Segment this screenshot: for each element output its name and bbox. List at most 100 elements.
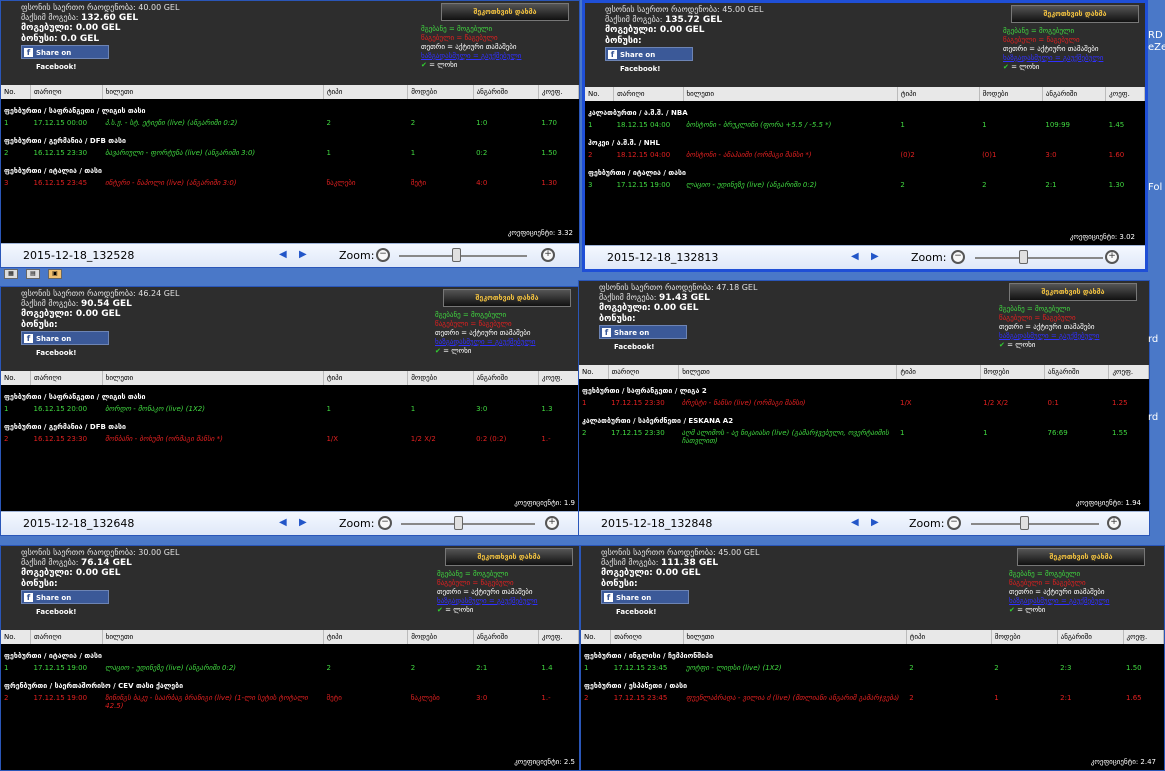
ticket-summary: ფსონის საერთო რაოდენობა: 45.00 GEL მაქსი… [601, 548, 759, 589]
bet-result: 2:1 [1060, 694, 1072, 702]
share-facebook-label: Share on Facebook! [36, 594, 77, 616]
bets-table: No. თარიღი ხილეთი ტიპი მოდები ანგარიში კ… [1, 630, 579, 712]
col-date: თარიღი [30, 371, 103, 385]
bet-result: 3:0 [476, 405, 488, 413]
bonus: ბონუსი: [605, 36, 763, 47]
thumbnails-icon[interactable]: ▦ [4, 269, 18, 279]
category-row: ფეხბურთი / ესპანეთი / თასი [581, 674, 1164, 692]
file-name: 2015-12-18_132813 [607, 251, 719, 264]
legend-check-label: = ლოხი [426, 61, 458, 69]
bet-choice: 2 [410, 119, 416, 127]
share-facebook-button[interactable]: f Share on Facebook! [605, 47, 693, 73]
prev-image-icon[interactable]: ◀ [279, 517, 287, 528]
zoom-out-icon[interactable]: − [378, 516, 392, 530]
legend-check: ✔ = ლოხი [435, 347, 535, 356]
category-row: ფეხბურთი / იტალია / თასი [585, 161, 1145, 179]
share-facebook-button[interactable]: f Share on Facebook! [599, 325, 687, 351]
next-image-icon[interactable]: ▶ [871, 251, 879, 262]
max-win: მაქსიმ მოგება: 132.60 GEL [21, 13, 179, 24]
status-legend: მგებანე = მოგებული წაგებული = წაგებული თ… [1009, 570, 1109, 615]
total-coefficient: კოეფიციენტი: 2.5 [514, 758, 575, 766]
next-image-icon[interactable]: ▶ [299, 517, 307, 528]
legend-lost: წაგებული = წაგებული [437, 579, 514, 587]
zoom-slider-track[interactable] [399, 255, 527, 257]
check-ticket-button[interactable]: შეკოთხვის დახმა [441, 3, 569, 21]
share-facebook-button[interactable]: f Share on Facebook! [601, 590, 689, 616]
col-choice: მოდები [407, 630, 474, 644]
facebook-icon: f [24, 48, 33, 57]
zoom-slider-track[interactable] [401, 523, 535, 525]
max-win: მაქსიმ მოგება: 135.72 GEL [605, 15, 763, 26]
bet-row: 2 17.12.15 23:30 აღმ ალიმოს - აე ნიკაიას… [579, 427, 1149, 447]
bet-event-text: ლაციო - უდინეზე (live) (ანგარიში 0:2) [686, 181, 817, 189]
legend-check-label: = ლოხი [442, 606, 474, 614]
check-ticket-button[interactable]: შეკოთხვის დახმა [445, 548, 573, 566]
next-image-icon[interactable]: ▶ [871, 517, 879, 528]
next-image-icon[interactable]: ▶ [299, 249, 307, 260]
bonus: ბონუსი: [21, 579, 179, 590]
zoom-slider-thumb[interactable] [1019, 250, 1028, 264]
bet-no: 1 [4, 664, 9, 672]
col-choice: მოდები [407, 85, 474, 99]
facebook-icon: f [602, 328, 611, 337]
col-choice: მოდები [991, 630, 1058, 644]
bet-event: ბოსტონი - ანაჰაიმი (ორმაგი შანსი *) [683, 149, 897, 161]
col-no: No. [1, 630, 31, 644]
share-facebook-button[interactable]: f Share on Facebook! [21, 45, 109, 71]
bet-event: შონბაჩი - ბოხუმი (ორმაგი შანსი *) [102, 433, 323, 445]
bet-result: 76:69 [1047, 429, 1068, 437]
image-icon[interactable]: ▣ [48, 269, 62, 279]
bet-ticket: ფსონის საერთო რაოდენობა: 45.00 GEL მაქსი… [581, 546, 1164, 770]
bet-type: მეტი [326, 694, 342, 702]
check-ticket-button[interactable]: შეკოთხვის დახმა [1011, 5, 1139, 23]
legend-lost: წაგებული = წაგებული [1003, 36, 1080, 44]
category-label: ფეხბურთი / გერმანია / DFB თასი [4, 137, 126, 145]
bet-result: 3:0 [476, 694, 488, 702]
check-ticket-button[interactable]: შეკოთხვის დახმა [443, 289, 571, 307]
prev-image-icon[interactable]: ◀ [279, 249, 287, 260]
share-facebook-label: Share on Facebook! [36, 49, 77, 71]
bet-date: 16.12.15 23:30 [33, 435, 88, 443]
bet-row: 2 16.12.15 23:30 შონბაჩი - ბოხუმი (ორმაგ… [1, 433, 579, 445]
bet-row: 3 16.12.15 23:45 ინტერი - ნაპოლი (live) … [1, 177, 579, 189]
category-row: ფრენბურთი / საერთაშორისო / CEV თასი ქალე… [1, 674, 579, 692]
zoom-in-icon[interactable]: + [1107, 516, 1121, 530]
zoom-slider-track[interactable] [971, 523, 1099, 525]
col-coef: კოეფ. [538, 85, 579, 99]
bet-event: აღმ ალიმოს - აე ნიკაიასი (live) (გამარჯვ… [679, 427, 897, 447]
category-row: ფეხბურთი / იტალია / თასი [1, 159, 579, 177]
zoom-in-icon[interactable]: + [545, 516, 559, 530]
legend-check: ✔ = ლოხი [1003, 63, 1103, 72]
col-event: ხილეთი [102, 371, 324, 385]
bet-no: 2 [4, 694, 9, 702]
zoom-slider-track[interactable] [975, 257, 1103, 259]
legend-won: მგებანე = მოგებული [437, 570, 509, 578]
category-label: ფრენბურთი / საერთაშორისო / CEV თასი ქალე… [4, 682, 184, 690]
check-ticket-button[interactable]: შეკოთხვის დახმა [1009, 283, 1137, 301]
bonus-value: ბონუსი: [21, 319, 58, 330]
bet-row: 1 17.12.15 00:00 პ.ს.ჟ. - სტ. ეტიენი (li… [1, 117, 579, 129]
share-facebook-button[interactable]: f Share on Facebook! [21, 331, 109, 357]
prev-image-icon[interactable]: ◀ [851, 251, 859, 262]
zoom-in-icon[interactable]: + [1105, 250, 1119, 264]
bet-no: 1 [4, 405, 9, 413]
zoom-out-icon[interactable]: − [947, 516, 961, 530]
total-coefficient-label: კოეფიციენტი: [514, 758, 564, 766]
zoom-slider-thumb[interactable] [1020, 516, 1029, 530]
total-coefficient-value: 3.32 [557, 229, 573, 237]
zoom-slider-thumb[interactable] [454, 516, 463, 530]
bet-result: 0:1 [1047, 399, 1059, 407]
bet-no: 1 [582, 399, 587, 407]
grid-icon[interactable]: ▤ [26, 269, 40, 279]
bet-event-text: ბავარიული - ფორტუნა (live) (ანგარიში 3:0… [105, 149, 256, 157]
share-facebook-button[interactable]: f Share on Facebook! [21, 590, 109, 616]
bet-type: 1 [326, 149, 331, 157]
prev-image-icon[interactable]: ◀ [851, 517, 859, 528]
zoom-out-icon[interactable]: − [951, 250, 965, 264]
max-win-label: მაქსიმ მოგება: [601, 557, 659, 567]
check-ticket-button[interactable]: შეკოთხვის დახმა [1017, 548, 1145, 566]
ticket-header: ფსონის საერთო რაოდენობა: 30.00 GEL მაქსი… [1, 546, 579, 630]
zoom-in-icon[interactable]: + [541, 248, 555, 262]
zoom-out-icon[interactable]: − [376, 248, 390, 262]
zoom-slider-thumb[interactable] [452, 248, 461, 262]
